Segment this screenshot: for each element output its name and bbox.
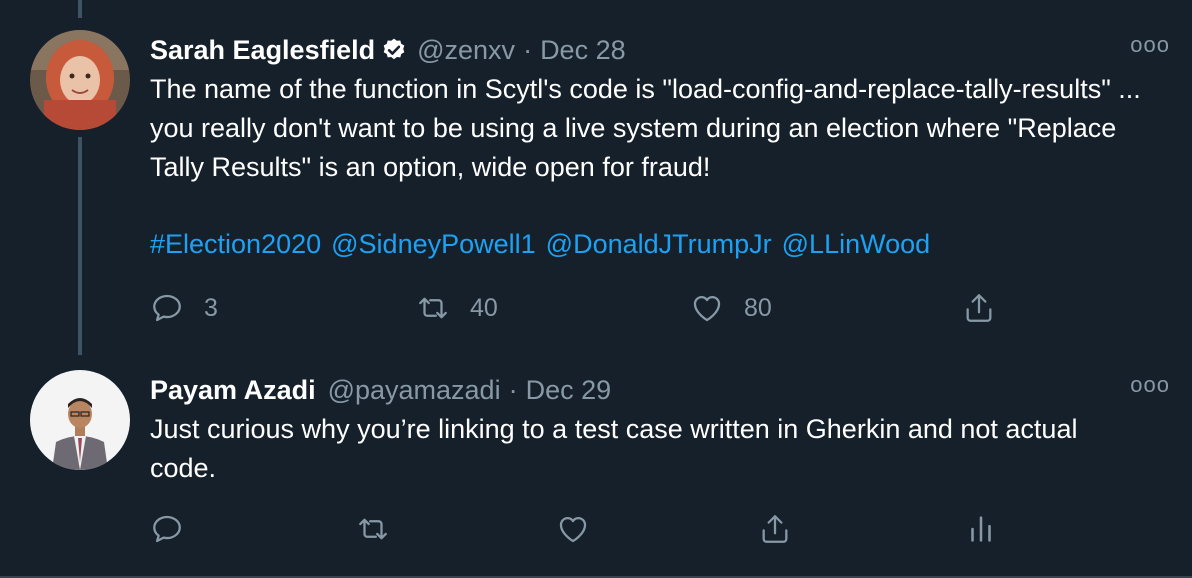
- author-handle[interactable]: @zenxv: [417, 35, 515, 66]
- thread-line: [78, 137, 82, 355]
- share-button[interactable]: [758, 512, 792, 546]
- separator: ·: [523, 34, 533, 65]
- mention-link[interactable]: @DonaldJTrumpJr: [546, 229, 772, 259]
- avatar-payam[interactable]: [30, 370, 130, 470]
- retweet-button[interactable]: [356, 512, 390, 546]
- reply-icon: [153, 294, 181, 322]
- retweet-count: 40: [470, 293, 498, 322]
- tweet-text: Just curious why you’re linking to a tes…: [150, 414, 1085, 483]
- mention-link[interactable]: @SidneyPowell1: [331, 229, 536, 259]
- like-icon: [693, 295, 721, 322]
- analytics-button[interactable]: [964, 512, 998, 546]
- tweet-2[interactable]: Payam Azadi @payamazadi · Dec 29 ooo Jus…: [150, 370, 1170, 488]
- like-button[interactable]: [556, 512, 590, 546]
- more-icon[interactable]: ooo: [1130, 32, 1170, 58]
- thread-line-top: [78, 0, 82, 18]
- reply-icon: [153, 515, 181, 543]
- like-button[interactable]: 80: [690, 291, 772, 325]
- tweet-date[interactable]: Dec 29: [526, 375, 612, 406]
- reply-button[interactable]: [150, 512, 184, 546]
- author-name[interactable]: Sarah Eaglesfield: [150, 35, 375, 66]
- reply-button[interactable]: 3: [150, 291, 218, 325]
- share-icon: [966, 294, 992, 322]
- reply-count: 3: [204, 293, 218, 322]
- tweet-1[interactable]: Sarah Eaglesfield @zenxv · Dec 28 ooo Th…: [150, 30, 1170, 264]
- more-icon[interactable]: ooo: [1130, 372, 1170, 398]
- avatar-image: [30, 30, 130, 130]
- separator: ·: [508, 374, 518, 405]
- share-icon: [762, 515, 788, 543]
- avatar-image: [30, 370, 130, 470]
- retweet-icon: [419, 297, 447, 319]
- author-name[interactable]: Payam Azadi: [150, 375, 316, 406]
- tweet-links: #Election2020 @SidneyPowell1 @DonaldJTrump…: [150, 225, 1170, 264]
- tweet-header: Payam Azadi @payamazadi · Dec 29: [150, 370, 1170, 410]
- mention-link[interactable]: @LLinWood: [782, 229, 931, 259]
- tweet-header: Sarah Eaglesfield @zenxv · Dec 28: [150, 30, 1170, 70]
- author-handle[interactable]: @payamazadi: [328, 375, 501, 406]
- like-icon: [559, 516, 587, 543]
- analytics-icon: [971, 516, 991, 542]
- share-button[interactable]: [962, 291, 996, 325]
- avatar-sarah[interactable]: [30, 30, 130, 130]
- retweet-button[interactable]: 40: [416, 291, 498, 325]
- tweet-text: The name of the function in Scytl's code…: [150, 74, 1149, 182]
- tweet-date[interactable]: Dec 28: [540, 35, 626, 66]
- hashtag-link[interactable]: #Election2020: [150, 229, 321, 259]
- retweet-icon: [359, 518, 387, 540]
- like-count: 80: [744, 293, 772, 322]
- verified-badge-icon: [381, 37, 407, 63]
